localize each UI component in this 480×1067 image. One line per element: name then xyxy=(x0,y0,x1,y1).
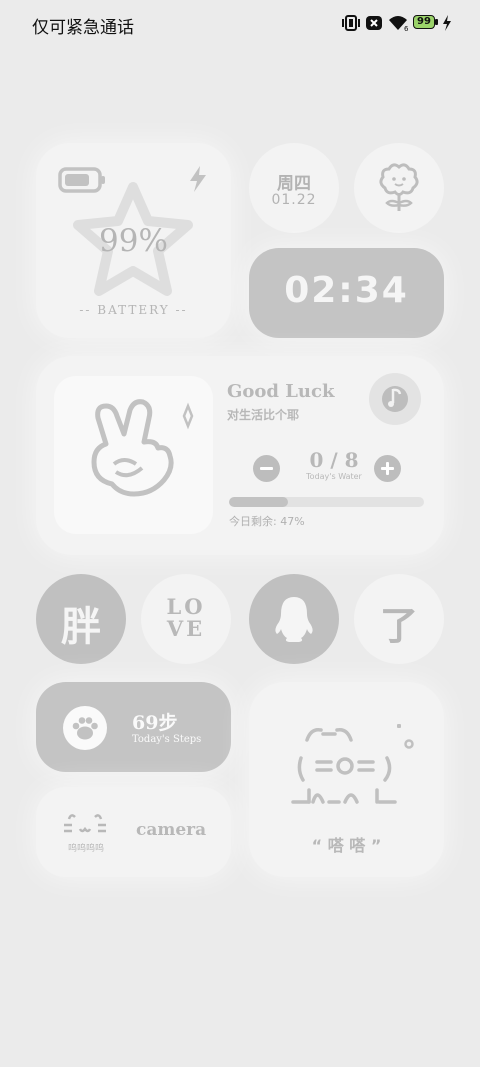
battery-label: -- BATTERY -- xyxy=(79,303,188,317)
steps-count: 69步 xyxy=(132,712,178,734)
water-progress-bar xyxy=(229,497,424,507)
water-progress-fill xyxy=(229,497,288,507)
battery-level-text: 99 xyxy=(417,16,431,27)
peace-image xyxy=(54,376,213,534)
le-text: 了 xyxy=(379,603,418,648)
weekday-text: 周四 xyxy=(277,174,311,194)
water-widget[interactable]: Good Luck 对生活比个耶 0 / 8 Today's Water 今日剩… xyxy=(36,356,444,555)
battery-widget[interactable]: 99% -- BATTERY -- xyxy=(36,143,231,338)
love-line1: LO xyxy=(166,594,206,619)
app-icon-pang[interactable]: 胖 xyxy=(36,574,126,664)
steps-widget[interactable]: 69步 Today's Steps xyxy=(36,682,231,772)
app-icon-love[interactable]: LO VE xyxy=(141,574,231,664)
minus-button[interactable] xyxy=(253,455,280,482)
water-remaining: 今日剩余: 47% xyxy=(229,515,305,528)
love-line2: VE xyxy=(166,616,206,641)
camera-widget[interactable]: 呜呜呜呜 camera xyxy=(36,787,231,877)
clock-widget[interactable]: 02:34 xyxy=(249,248,444,338)
status-carrier-text: 仅可紧急通话 xyxy=(32,18,134,38)
battery-percent: 99% xyxy=(99,223,168,259)
camera-caption: 呜呜呜呜 xyxy=(67,844,104,854)
vibrate-icon xyxy=(341,14,361,32)
plus-button[interactable] xyxy=(374,455,401,482)
ascii-cat-icon xyxy=(289,718,419,822)
goodluck-subtitle: 对生活比个耶 xyxy=(227,408,300,422)
water-count: 0 / 8 xyxy=(309,448,359,472)
app-icon-le[interactable]: 了 xyxy=(354,574,444,664)
paw-icon xyxy=(63,706,107,750)
goodluck-title: Good Luck xyxy=(227,381,335,402)
pang-text: 胖 xyxy=(61,603,101,650)
cat-caption: “ 嗒 嗒 ” xyxy=(311,836,382,855)
date-widget[interactable]: 周四 01.22 xyxy=(249,143,339,233)
flower-widget[interactable] xyxy=(354,143,444,233)
cat-widget[interactable]: “ 嗒 嗒 ” xyxy=(249,682,444,877)
music-icon[interactable] xyxy=(369,373,421,425)
flower-icon xyxy=(378,163,420,217)
nfc-icon xyxy=(366,14,382,32)
steps-label: Today's Steps xyxy=(132,734,202,745)
wifi-icon: 6 xyxy=(388,14,410,33)
water-count-label: Today's Water xyxy=(306,472,362,481)
svg-text:6: 6 xyxy=(404,25,409,32)
cat-face-icon xyxy=(62,809,108,843)
penguin-icon xyxy=(271,594,317,648)
date-text: 01.22 xyxy=(271,192,317,208)
app-icon-qq[interactable] xyxy=(249,574,339,664)
clock-time: 02:34 xyxy=(284,270,409,311)
charging-icon xyxy=(442,14,452,32)
battery-icon: 99 xyxy=(413,14,439,32)
camera-label: camera xyxy=(136,820,207,840)
